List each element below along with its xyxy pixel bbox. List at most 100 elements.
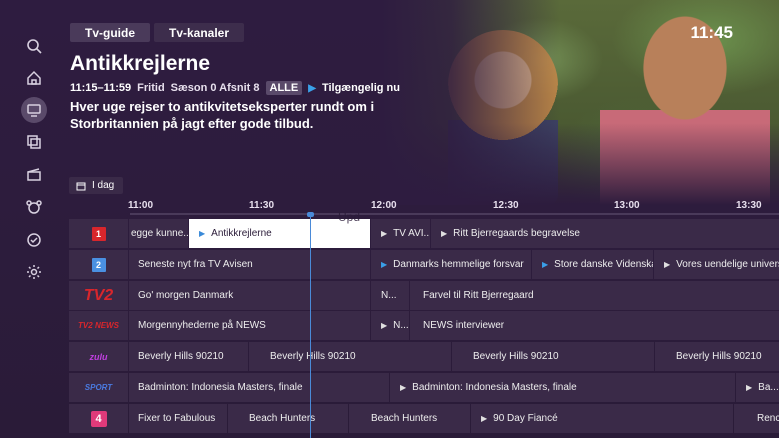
program-cell-title: Beverly Hills 90210 — [270, 351, 356, 362]
program-cell-title: Badminton: Indonesia Masters, finale — [412, 382, 577, 393]
program-cell-title: NEWS interviewer — [423, 320, 505, 331]
program-cell[interactable]: Badminton: Indonesia Masters, finale — [129, 373, 389, 402]
program-cell[interactable]: ▶ TV AVI... — [371, 219, 430, 248]
program-cell[interactable]: Beach Hunters — [228, 404, 348, 433]
program-meta: 11:15–11:59 Fritid Sæson 0 Afsnit 8 ALLE… — [70, 81, 400, 95]
program-cell[interactable]: Beverly Hills 90210 — [129, 342, 248, 371]
channel-logo-dr1[interactable]: 1 — [69, 219, 128, 248]
program-cell-title: Farvel til Ritt Bjerregaard — [423, 290, 534, 301]
play-arrow-icon: ▶ — [746, 383, 753, 392]
program-cell-title: Fixer to Fabulous — [138, 413, 216, 424]
program-cell-title: Go' morgen Danmark — [138, 290, 234, 301]
program-cell[interactable]: ▶ N... — [371, 311, 409, 340]
program-cell[interactable]: ▶ Store danske Videnskabsfolk — [532, 250, 653, 279]
channel-row-sport: SPORT Badminton: Indonesia Masters, fina… — [69, 373, 779, 402]
play-arrow-icon: ▶ — [542, 260, 549, 269]
program-cell[interactable]: Renc... — [734, 404, 779, 433]
play-arrow-icon: ▶ — [381, 260, 388, 269]
channel-logo-sport[interactable]: SPORT — [69, 373, 128, 402]
program-cell[interactable]: ▶ Danmarks hemmelige forsvar — [371, 250, 531, 279]
movies-icon[interactable] — [22, 162, 46, 186]
play-arrow-icon: ▶ — [441, 229, 448, 238]
program-cell-title: Danmarks hemmelige forsvar — [393, 259, 524, 270]
program-cell-title: Beverly Hills 90210 — [138, 351, 224, 362]
dr1-logo-icon: 1 — [91, 226, 106, 241]
check-circle-icon[interactable] — [22, 228, 46, 252]
program-cell[interactable]: ▶ 90 Day Fiancé — [471, 404, 733, 433]
now-indicator-line — [310, 214, 311, 438]
program-cell[interactable]: Go' morgen Danmark — [129, 281, 370, 310]
time-tick: 12:00 — [371, 200, 397, 211]
time-axis-line — [130, 213, 779, 215]
channel-logo-tv2-news[interactable]: TV2 NEWS — [69, 311, 128, 340]
channel-row-tv2: TV2 Go' morgen Danmark N... Farvel til R… — [69, 281, 779, 310]
time-tick: 11:00 — [128, 200, 154, 211]
availability-text: Tilgængelig nu — [321, 82, 400, 94]
program-cell[interactable]: ▶ Vores uendelige univers — [654, 250, 779, 279]
channel-logo-tv2[interactable]: TV2 — [69, 281, 128, 310]
program-cell[interactable]: Beverly Hills 90210 — [452, 342, 654, 371]
day-selector-label: I dag — [92, 180, 115, 191]
play-arrow-icon: ▶ — [400, 383, 407, 392]
tv2-logo-icon: TV2 — [83, 286, 114, 304]
channel-row-tv2-news: TV2 NEWS Morgennyhederne på NEWS ▶ N... N… — [69, 311, 779, 340]
program-cell[interactable]: Seneste nyt fra TV Avisen — [129, 250, 370, 279]
program-cell[interactable]: ▶ Ritt Bjerregaards begravelse — [431, 219, 779, 248]
program-cell-title: Beach Hunters — [371, 413, 438, 424]
dr2-logo-icon: 2 — [91, 257, 106, 272]
program-cell[interactable]: ▶ Badminton: Indonesia Masters, finale — [390, 373, 735, 402]
program-cell-title: egge kunne... — [131, 228, 188, 239]
program-cell[interactable]: Beach Hunters — [349, 404, 470, 433]
play-arrow-icon: ▶ — [381, 229, 388, 238]
channel-logo-zulu[interactable]: zulu — [69, 342, 128, 371]
tv2-news-logo-icon: TV2 NEWS — [78, 321, 119, 330]
program-cell-title: N... — [381, 290, 397, 301]
time-tick: 12:30 — [493, 200, 519, 211]
program-episode: Sæson 0 Afsnit 8 — [170, 82, 260, 94]
tab-tv-channels[interactable]: Tv-kanaler — [154, 23, 245, 42]
tab-tv-guide[interactable]: Tv-guide — [70, 23, 150, 42]
channel-row-dr2: 2 Seneste nyt fra TV Avisen ▶ Danmarks he… — [69, 250, 779, 279]
settings-gear-icon[interactable] — [22, 260, 46, 284]
channel-logo-kanal4[interactable]: 4 — [69, 404, 128, 433]
program-cell[interactable]: N... — [371, 281, 409, 310]
program-cell-title: Beach Hunters — [249, 413, 316, 424]
program-cell-title: Antikkrejlerne — [211, 228, 272, 239]
channel-logo-dr2[interactable]: 2 — [69, 250, 128, 279]
program-cell[interactable]: Farvel til Ritt Bjerregaard — [410, 281, 779, 310]
library-icon[interactable] — [22, 130, 46, 154]
program-cell[interactable]: Beverly Hills 90210 — [655, 342, 779, 371]
day-selector-button[interactable]: I dag — [69, 177, 123, 194]
channel-row-dr1: 1 egge kunne... ▶ Antikkrejlerne ▶ TV AVI.… — [69, 219, 779, 248]
program-cell-title: Ritt Bjerregaards begravelse — [453, 228, 580, 239]
channel-row-kanal4: 4 Fixer to Fabulous Beach Hunters Beach … — [69, 404, 779, 433]
home-icon[interactable] — [22, 66, 46, 90]
program-cell-title: Beverly Hills 90210 — [473, 351, 559, 362]
time-tick: 13:30 — [736, 200, 762, 211]
play-arrow-icon: ▶ — [199, 229, 206, 238]
program-time: 11:15–11:59 — [70, 82, 132, 94]
program-cell-title: Morgennyhederne på NEWS — [138, 320, 266, 331]
kanal4-logo-icon: 4 — [90, 410, 107, 427]
update-overlay-text: Upd — [338, 210, 361, 224]
search-icon[interactable] — [22, 34, 46, 58]
program-cell[interactable]: Beverly Hills 90210 — [249, 342, 451, 371]
play-icon: ▶ — [308, 82, 316, 94]
tv-icon[interactable] — [21, 97, 47, 123]
program-cell[interactable]: Fixer to Fabulous — [129, 404, 227, 433]
sport-logo-icon: SPORT — [84, 383, 113, 392]
zulu-logo-icon: zulu — [89, 351, 108, 362]
time-tick: 13:00 — [614, 200, 640, 211]
program-title: Antikkrejlerne — [70, 52, 211, 75]
program-cell-title: Renc... — [757, 413, 779, 424]
program-cell[interactable]: egge kunne... — [129, 219, 188, 248]
play-arrow-icon: ▶ — [664, 260, 671, 269]
program-cell-title: Beverly Hills 90210 — [676, 351, 762, 362]
program-cell[interactable]: ▶ Ba... — [736, 373, 779, 402]
program-cell-title: N... — [393, 320, 409, 331]
program-cell-title: 90 Day Fiancé — [493, 413, 558, 424]
program-cell-title: Badminton: Indonesia Masters, finale — [138, 382, 303, 393]
program-cell[interactable]: NEWS interviewer — [410, 311, 779, 340]
clock: 11:45 — [690, 23, 733, 42]
program-cell[interactable]: Morgennyhederne på NEWS — [129, 311, 370, 340]
